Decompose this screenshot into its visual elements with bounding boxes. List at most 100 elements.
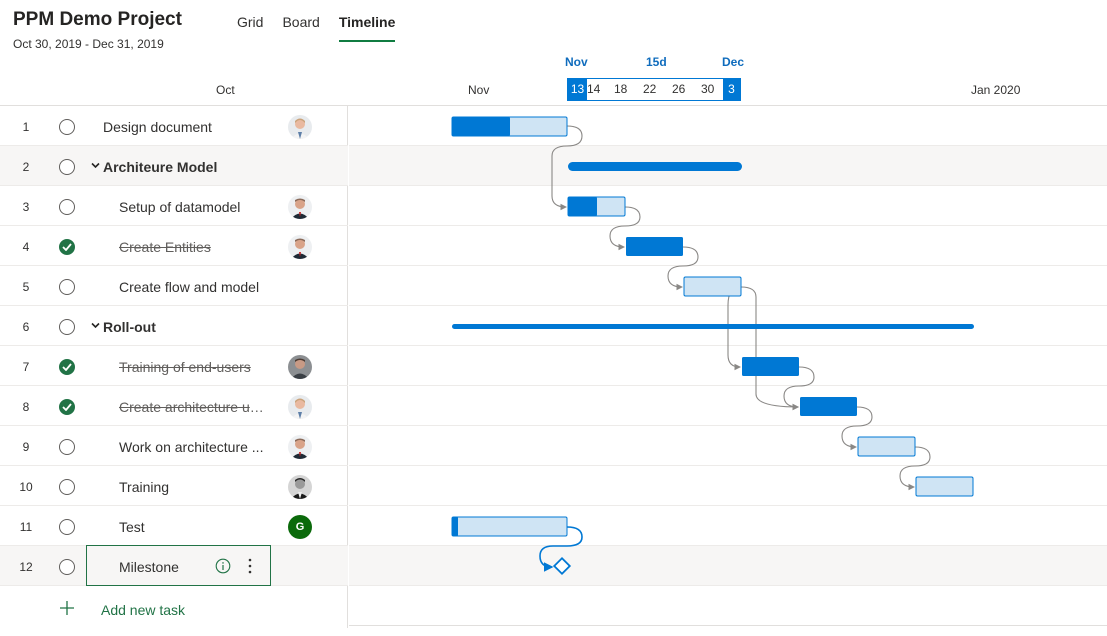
checkmark-circle-icon[interactable]: [59, 399, 75, 415]
zoom-label-end: Dec: [722, 55, 745, 69]
avatar: [288, 235, 312, 259]
group-bar-roll-out[interactable]: [452, 324, 974, 329]
empty-circle-icon[interactable]: [59, 119, 75, 135]
row-number: 7: [22, 360, 30, 374]
add-task-button[interactable]: Add new task: [101, 602, 185, 618]
avatar: G: [288, 515, 312, 539]
zoom-label-start: Nov: [565, 55, 588, 69]
task-row-1[interactable]: 1 Design document: [0, 106, 348, 146]
empty-circle-icon[interactable]: [59, 159, 75, 175]
avatar: [288, 395, 312, 419]
task-bar-create-architecture-update[interactable]: [800, 397, 857, 416]
row-number: 9: [22, 440, 30, 454]
task-row-8[interactable]: 8 Create architecture up...: [0, 386, 348, 426]
task-row-11[interactable]: 11 Test G: [0, 506, 348, 546]
tab-grid[interactable]: Grid: [237, 14, 263, 42]
empty-circle-icon[interactable]: [59, 319, 75, 335]
month-label-nov: Nov: [468, 83, 490, 97]
task-row-6[interactable]: 6 Roll-out: [0, 306, 348, 346]
add-task-row[interactable]: Add new task: [0, 588, 348, 628]
row-number: 8: [22, 400, 30, 414]
task-row-2[interactable]: 2 Architeure Model: [0, 146, 348, 186]
project-date-range: Oct 30, 2019 - Dec 31, 2019: [13, 37, 164, 51]
task-row-9[interactable]: 9 Work on architecture ...: [0, 426, 348, 466]
timeline-row: [349, 546, 1107, 586]
avatar: [288, 475, 312, 499]
chevron-down-icon[interactable]: [90, 320, 101, 331]
task-row-7[interactable]: 7 Training of end-users: [0, 346, 348, 386]
task-name[interactable]: Design document: [103, 119, 212, 135]
task-bar-create-flow-and-model[interactable]: [683, 276, 742, 297]
zoom-tick: 26: [672, 82, 686, 96]
zoom-label-span: 15d: [646, 55, 667, 69]
group-bar-architeure-model[interactable]: [568, 162, 742, 171]
task-name[interactable]: Training of end-users: [119, 359, 251, 375]
row-number: 5: [22, 280, 30, 294]
checkmark-circle-icon[interactable]: [59, 239, 75, 255]
row-number: 2: [22, 160, 30, 174]
timeline-row: [349, 226, 1107, 266]
task-row-5[interactable]: 5 Create flow and model: [0, 266, 348, 306]
timeline-row: [349, 186, 1107, 226]
month-label-jan: Jan 2020: [971, 83, 1021, 97]
avatar: [288, 355, 312, 379]
task-bar-training-of-end-users[interactable]: [742, 357, 799, 376]
row-number: 12: [19, 560, 33, 574]
task-name[interactable]: Create architecture up...: [119, 399, 269, 415]
timeline-row: [349, 346, 1107, 386]
avatar: [288, 195, 312, 219]
zoom-tick: 18: [614, 82, 628, 96]
checkmark-circle-icon[interactable]: [59, 359, 75, 375]
timeline-row: [349, 466, 1107, 506]
tab-board[interactable]: Board: [282, 14, 319, 42]
task-row-10[interactable]: 10 Training: [0, 466, 348, 506]
row-number: 3: [22, 200, 30, 214]
empty-circle-icon[interactable]: [59, 559, 75, 575]
task-name[interactable]: Setup of datamodel: [119, 199, 240, 215]
task-grid: 1 Design document 2 Architeure Model 3 S…: [0, 106, 348, 628]
task-bar-design-document[interactable]: [451, 116, 568, 137]
plus-icon[interactable]: [59, 600, 75, 616]
task-bar-test[interactable]: [451, 516, 568, 537]
task-bar-create-entities[interactable]: [626, 237, 683, 256]
row-number: 10: [19, 480, 33, 494]
avatar: [288, 435, 312, 459]
timeline-row: [349, 426, 1107, 466]
zoom-end-handle[interactable]: 3: [723, 79, 740, 100]
timeline-area: [349, 106, 1107, 628]
empty-circle-icon[interactable]: [59, 199, 75, 215]
task-name[interactable]: Create flow and model: [119, 279, 259, 295]
month-label-oct: Oct: [216, 83, 235, 97]
zoom-tick: 14: [587, 82, 601, 96]
zoom-start-handle[interactable]: 13: [568, 79, 587, 100]
task-name[interactable]: Test: [119, 519, 145, 535]
timeline-row: [349, 386, 1107, 426]
row-number: 1: [22, 120, 30, 134]
task-row-3[interactable]: 3 Setup of datamodel: [0, 186, 348, 226]
task-name[interactable]: Milestone: [119, 559, 179, 575]
timeline-zoom-range[interactable]: 13 14 18 22 26 30 3: [567, 78, 741, 101]
task-name[interactable]: Roll-out: [103, 319, 156, 335]
task-name[interactable]: Create Entities: [119, 239, 211, 255]
tab-timeline[interactable]: Timeline: [338, 14, 395, 42]
task-bar-setup-of-datamodel[interactable]: [567, 196, 626, 217]
row-number: 6: [22, 320, 30, 334]
info-icon[interactable]: [215, 558, 231, 574]
view-tabs: Grid Board Timeline: [237, 14, 414, 42]
timeline-row: [349, 586, 1107, 626]
zoom-tick: 22: [643, 82, 657, 96]
task-name[interactable]: Training: [119, 479, 169, 495]
task-name[interactable]: Work on architecture ...: [119, 439, 269, 455]
empty-circle-icon[interactable]: [59, 519, 75, 535]
chevron-down-icon[interactable]: [90, 160, 101, 171]
task-name[interactable]: Architeure Model: [103, 159, 217, 175]
task-row-4[interactable]: 4 Create Entities: [0, 226, 348, 266]
more-vertical-icon[interactable]: [245, 557, 255, 575]
task-bar-training[interactable]: [915, 476, 974, 497]
project-title: PPM Demo Project: [13, 9, 182, 30]
empty-circle-icon[interactable]: [59, 279, 75, 295]
empty-circle-icon[interactable]: [59, 439, 75, 455]
empty-circle-icon[interactable]: [59, 479, 75, 495]
task-row-12[interactable]: 12 Milestone: [0, 545, 348, 586]
task-bar-work-on-architecture[interactable]: [857, 436, 916, 457]
